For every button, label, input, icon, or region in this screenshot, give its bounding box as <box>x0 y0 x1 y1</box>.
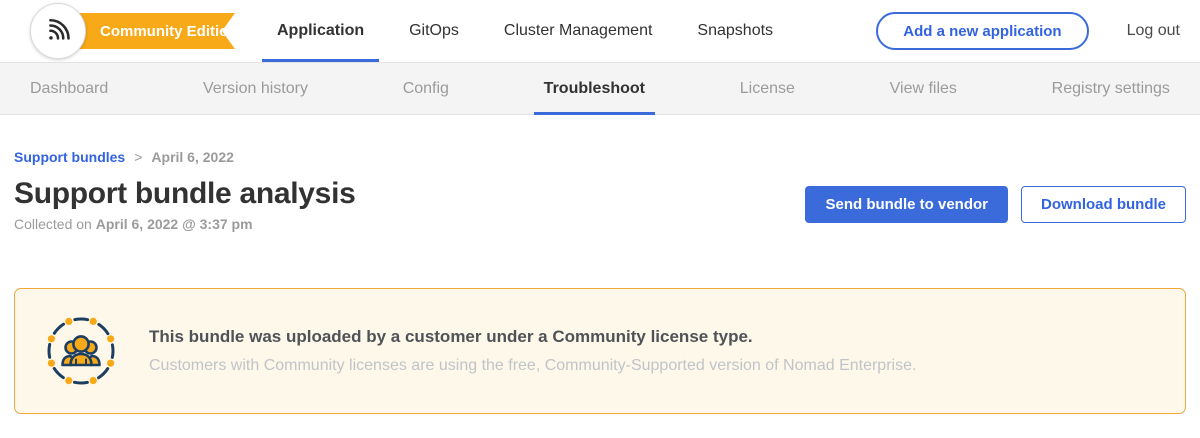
subnav-item-config[interactable]: Config <box>393 63 459 114</box>
subnav-item-label: License <box>740 80 795 98</box>
alert-heading: This bundle was uploaded by a customer u… <box>149 327 916 347</box>
alert-text: This bundle was uploaded by a customer u… <box>149 327 916 375</box>
subnav-item-label: Registry settings <box>1052 80 1170 98</box>
subnav-item-troubleshoot[interactable]: Troubleshoot <box>534 63 655 114</box>
nav-item-cluster-management[interactable]: Cluster Management <box>489 0 668 62</box>
replicated-waves-icon <box>44 15 72 48</box>
subnav-item-license[interactable]: License <box>730 63 805 114</box>
subnav-item-label: View files <box>890 80 957 98</box>
nav-item-label: Snapshots <box>697 22 773 40</box>
nav-item-snapshots[interactable]: Snapshots <box>682 0 788 62</box>
alert-body: Customers with Community licenses are us… <box>149 357 916 375</box>
logout-link[interactable]: Log out <box>1127 22 1180 40</box>
breadcrumb-current: April 6, 2022 <box>151 149 234 165</box>
collected-value: April 6, 2022 @ 3:37 pm <box>96 216 253 232</box>
bundle-actions: Send bundle to vendor Download bundle <box>805 186 1186 223</box>
subnav-item-label: Version history <box>203 80 308 98</box>
subnav-item-dashboard[interactable]: Dashboard <box>20 63 118 114</box>
nav-item-label: Application <box>277 22 364 40</box>
header-right: Add a new application Log out <box>876 0 1180 62</box>
app-subnav: Dashboard Version history Config Trouble… <box>0 62 1200 115</box>
title-row: Support bundle analysis Collected on Apr… <box>14 177 1186 232</box>
title-block: Support bundle analysis Collected on Apr… <box>14 177 355 232</box>
subnav-item-label: Dashboard <box>30 80 108 98</box>
primary-nav: Application GitOps Cluster Management Sn… <box>262 0 803 62</box>
community-group-icon <box>43 313 119 389</box>
subnav-item-view-files[interactable]: View files <box>880 63 967 114</box>
main-content: Support bundles > April 6, 2022 Support … <box>0 115 1200 414</box>
breadcrumb: Support bundles > April 6, 2022 <box>14 149 1186 165</box>
page-title: Support bundle analysis <box>14 177 355 211</box>
nav-item-application[interactable]: Application <box>262 0 379 62</box>
brand-area: Community Edition <box>0 0 262 62</box>
add-application-button[interactable]: Add a new application <box>876 12 1088 50</box>
app-logo[interactable] <box>30 3 86 59</box>
community-edition-label: Community Edition <box>100 23 238 40</box>
nav-item-label: GitOps <box>409 22 459 40</box>
send-bundle-to-vendor-button[interactable]: Send bundle to vendor <box>805 186 1008 223</box>
collected-timestamp: Collected on April 6, 2022 @ 3:37 pm <box>14 216 355 232</box>
breadcrumb-support-bundles-link[interactable]: Support bundles <box>14 149 125 165</box>
subnav-item-label: Troubleshoot <box>544 80 645 98</box>
top-header: Community Edition Application GitOps <box>0 0 1200 62</box>
subnav-item-label: Config <box>403 80 449 98</box>
subnav-item-version-history[interactable]: Version history <box>193 63 318 114</box>
collected-prefix: Collected on <box>14 216 96 232</box>
community-license-alert: This bundle was uploaded by a customer u… <box>14 288 1186 414</box>
download-bundle-button[interactable]: Download bundle <box>1021 186 1186 223</box>
nav-item-label: Cluster Management <box>504 22 653 40</box>
subnav-item-registry-settings[interactable]: Registry settings <box>1042 63 1180 114</box>
breadcrumb-separator: > <box>134 149 142 165</box>
nav-item-gitops[interactable]: GitOps <box>394 0 474 62</box>
